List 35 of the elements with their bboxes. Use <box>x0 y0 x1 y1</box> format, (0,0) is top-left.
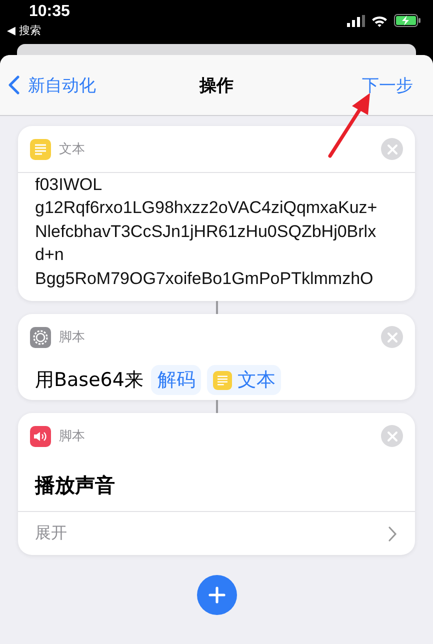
close-icon <box>386 144 398 154</box>
chevron-left-icon <box>8 75 20 95</box>
next-button[interactable]: 下一步 <box>362 74 413 96</box>
close-icon <box>386 332 398 342</box>
page-title: 操作 <box>200 74 234 96</box>
expand-row[interactable]: 展开 <box>18 512 415 555</box>
close-button[interactable] <box>381 425 403 447</box>
variable-token[interactable]: 文本 <box>207 365 282 395</box>
status-time: 10:35 <box>28 2 70 21</box>
battery-charging-icon <box>394 14 421 27</box>
text-line: Bgg5RoM79OG7xoifeBo1GmPoPTklmmzhO <box>35 268 374 290</box>
text-line: g12Rqf6rxo1LG98hxzz2oVAC4ziQqmxaKuz+ <box>35 197 378 220</box>
back-to-app-link[interactable]: ◀ 搜索 <box>7 23 70 38</box>
mode-token[interactable]: 解码 <box>151 365 202 395</box>
action-category: 脚本 <box>59 329 86 346</box>
close-button[interactable] <box>381 326 403 348</box>
action-text: 播放声音 <box>35 472 115 498</box>
chevron-right-icon <box>388 526 397 542</box>
signal-icon <box>347 14 365 26</box>
wifi-icon <box>371 14 388 26</box>
text-icon <box>30 138 51 160</box>
back-button[interactable]: 新自动化 <box>8 74 96 96</box>
text-line: d+n <box>35 244 65 266</box>
text-line: f03IWOL <box>35 174 104 196</box>
text-icon <box>213 370 232 390</box>
action-text: 用Base64来 <box>35 368 144 393</box>
plus-icon <box>208 586 226 604</box>
text-line: NlefcbhavT3CcSJn1jHR61zHu0SQZbHj0Brlx <box>35 220 378 243</box>
action-category: 脚本 <box>59 428 86 445</box>
action-category: 文本 <box>59 141 86 158</box>
close-icon <box>386 430 398 442</box>
gear-icon <box>30 326 51 348</box>
close-button[interactable] <box>381 138 403 160</box>
add-button[interactable] <box>196 575 236 615</box>
speaker-icon <box>30 426 51 446</box>
